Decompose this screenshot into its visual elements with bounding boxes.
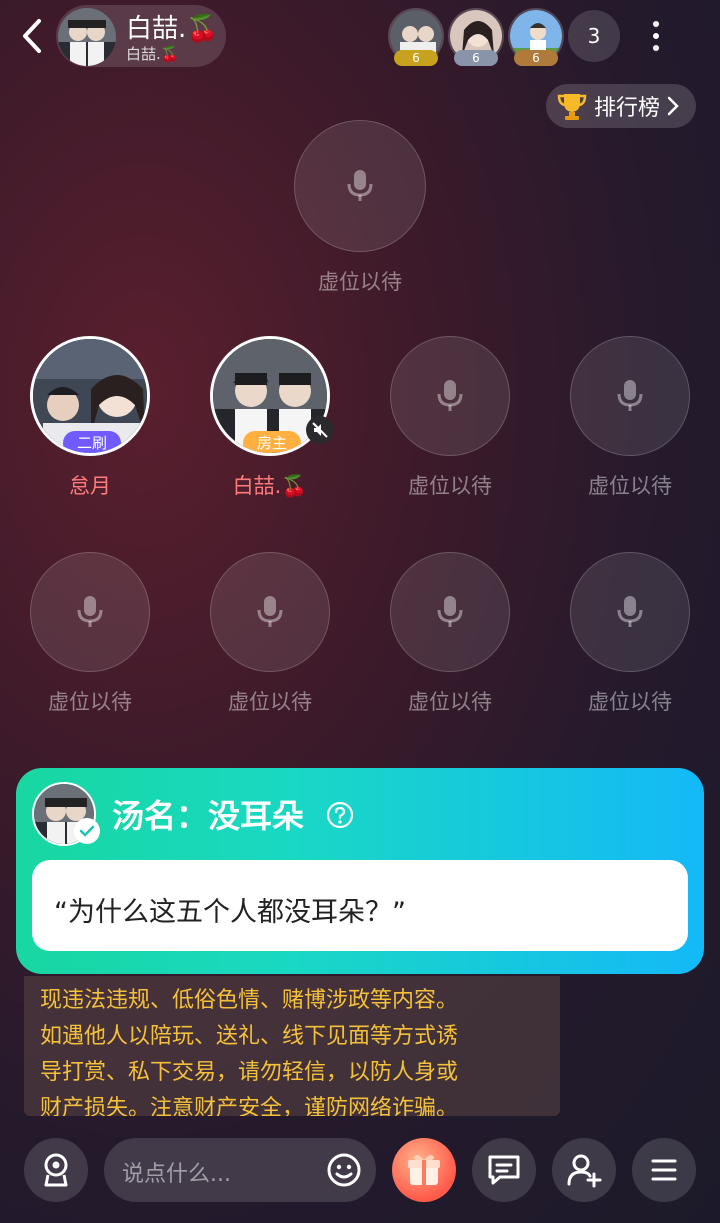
help-button[interactable]: [326, 801, 354, 829]
empty-seat[interactable]: 虚位以待: [210, 552, 330, 716]
room-owner-avatar[interactable]: [58, 8, 116, 66]
notice-line: 导打赏、私下交易，请勿轻信，以防人身或: [40, 1060, 459, 1085]
mic-icon: [77, 596, 103, 627]
mic-icon: [437, 596, 463, 627]
host-seat[interactable]: 虚位以待: [294, 120, 426, 296]
room-name: 白喆.🍒: [126, 14, 219, 44]
back-icon: [23, 19, 41, 53]
muted-speaker-icon: [312, 422, 328, 438]
seat-label: 虚位以待: [408, 690, 492, 714]
emoji-button[interactable]: [326, 1152, 362, 1188]
seat-user-name: 白喆.🍒: [232, 474, 308, 498]
occupied-seat[interactable]: 二刷 怠月: [30, 336, 150, 500]
viewer-level-badge: 6: [514, 50, 558, 66]
seat-label: 虚位以待: [48, 690, 132, 714]
trophy-icon: [557, 94, 587, 120]
viewer-avatar[interactable]: 6: [388, 8, 444, 66]
viewer-avatar[interactable]: 6: [448, 8, 504, 66]
viewer-level-badge: 6: [454, 50, 498, 66]
check-icon: [79, 825, 95, 837]
seat-label: 虚位以待: [588, 690, 672, 714]
viewer-count-button[interactable]: 3: [568, 10, 620, 62]
notice-line: 现违法违规、低俗色情、赌博涉政等内容。: [40, 988, 459, 1013]
puzzle-question: “为什么这五个人都没耳朵？”: [54, 897, 406, 928]
seat-user-name: 怠月: [69, 474, 111, 498]
mic-icon: [257, 596, 283, 627]
mic-icon: [347, 170, 373, 201]
back-button[interactable]: [12, 14, 52, 58]
voice-button[interactable]: [24, 1138, 88, 1202]
emoji-icon: [327, 1153, 361, 1187]
menu-button[interactable]: [632, 1138, 696, 1202]
viewer-avatar[interactable]: 6: [508, 8, 564, 66]
occupied-seat[interactable]: 房主 白喆.🍒: [210, 336, 334, 500]
voice-icon: [44, 1153, 68, 1187]
system-notice: 现违法违规、低俗色情、赌博涉政等内容。 如遇他人以陪玩、送礼、线下见面等方式诱 …: [24, 976, 560, 1116]
add-user-icon: [567, 1154, 602, 1188]
seat-label: 虚位以待: [408, 474, 492, 498]
empty-seat[interactable]: 虚位以待: [570, 552, 690, 716]
muted-badge: [306, 416, 334, 444]
seat-avatar: 二刷: [30, 336, 150, 456]
message-icon: [488, 1155, 520, 1185]
seat-label: 虚位以待: [588, 474, 672, 498]
chat-input-placeholder: 说点什么...: [122, 1162, 231, 1187]
seat-tag: 二刷: [63, 431, 121, 453]
viewer-level-badge: 6: [394, 50, 438, 66]
ranking-button[interactable]: 排行榜: [546, 84, 696, 128]
seat-tag: 房主: [243, 431, 301, 453]
notice-line: 财产损失。注意财产安全，谨防网络诈骗。: [40, 1096, 459, 1116]
seat-label: 虚位以待: [318, 270, 402, 294]
help-icon: [326, 801, 354, 829]
puzzle-title: 汤名：没耳朵: [112, 797, 305, 835]
more-icon: [653, 21, 659, 27]
gift-icon: [408, 1155, 440, 1185]
empty-seat[interactable]: 虚位以待: [390, 552, 510, 716]
notice-line: 如遇他人以陪玩、送礼、线下见面等方式诱: [40, 1024, 459, 1049]
mic-icon: [437, 380, 463, 411]
verified-badge: [74, 818, 100, 844]
room-owner-name: 白喆.🍒: [126, 45, 180, 63]
empty-seat[interactable]: 虚位以待: [570, 336, 690, 500]
add-friend-button[interactable]: [552, 1138, 616, 1202]
empty-seat[interactable]: 虚位以待: [30, 552, 150, 716]
seat-label: 虚位以待: [228, 690, 312, 714]
menu-icon: [651, 1159, 677, 1181]
mic-icon: [617, 380, 643, 411]
empty-seat[interactable]: 虚位以待: [390, 336, 510, 500]
ranking-label: 排行榜: [594, 96, 661, 121]
chevron-right-icon: [667, 96, 679, 116]
mic-icon: [617, 596, 643, 627]
gift-button[interactable]: [392, 1138, 456, 1202]
more-button[interactable]: [636, 14, 676, 58]
message-button[interactable]: [472, 1138, 536, 1202]
